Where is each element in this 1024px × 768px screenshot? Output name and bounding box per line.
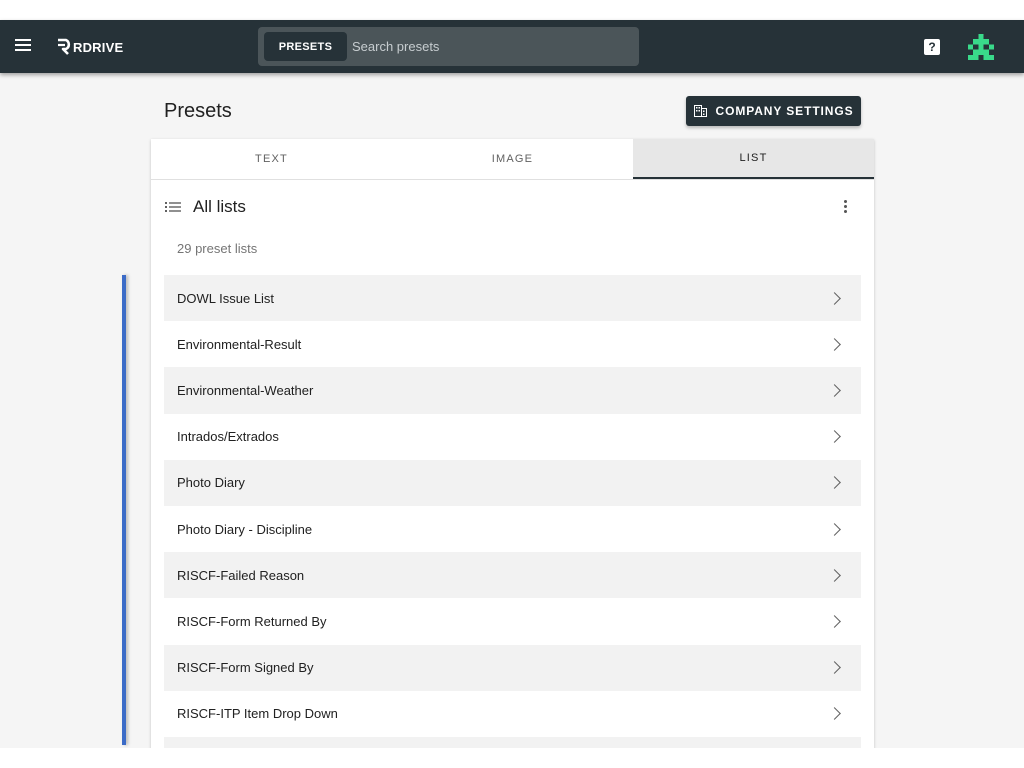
rdrive-logo-icon <box>58 38 71 55</box>
list-item-label: RISCF-Form Signed By <box>177 660 314 676</box>
list-item[interactable]: RISCF-Failed Reason <box>164 552 861 599</box>
bottom-blank-strip <box>0 748 1024 768</box>
chevron-right-icon <box>828 568 841 582</box>
preset-list-count: 29 preset lists <box>177 241 258 256</box>
tab-image[interactable]: IMAGE <box>392 139 633 179</box>
list-item[interactable]: Intrados/Extrados <box>164 414 861 460</box>
help-icon[interactable]: ? <box>924 39 940 55</box>
list-item[interactable]: RISCF-Form Signed By <box>164 644 861 691</box>
list-item-label: Environmental-Weather <box>177 382 314 398</box>
page-title: Presets <box>164 100 232 122</box>
list-item-label: Photo Diary - Discipline <box>177 521 313 537</box>
chevron-right-icon <box>828 430 841 444</box>
building-icon <box>693 105 707 117</box>
list-item-label: RISCF-Failed Reason <box>177 567 305 583</box>
more-options-icon[interactable] <box>841 199 849 215</box>
chevron-right-icon <box>828 476 841 490</box>
company-settings-label: COMPANY SETTINGS <box>715 104 854 118</box>
list-header: All lists <box>165 197 246 217</box>
chevron-right-icon <box>828 615 841 628</box>
list-item[interactable]: Environmental-Weather <box>164 367 861 414</box>
search-input[interactable] <box>352 32 632 61</box>
search-scope-chip[interactable]: PRESETS <box>264 32 347 61</box>
list-item[interactable]: Photo Diary <box>164 459 861 506</box>
chevron-right-icon <box>828 707 841 721</box>
avatar[interactable] <box>968 34 994 60</box>
chevron-right-icon <box>828 384 841 397</box>
preset-list: DOWL Issue List Environmental-Result Env… <box>164 275 861 748</box>
menu-icon[interactable] <box>12 36 34 58</box>
list-item-label: RISCF-Form Returned By <box>177 613 327 629</box>
brand-name: RDRIVE <box>73 39 124 55</box>
list-item-label: RISCF-ITP Item Drop Down <box>177 706 338 722</box>
company-settings-button[interactable]: COMPANY SETTINGS <box>686 96 861 126</box>
list-item[interactable]: RISCF-Form Returned By <box>164 598 861 644</box>
chevron-right-icon <box>828 522 841 536</box>
search-bar: PRESETS <box>258 27 639 66</box>
list-item-label: Environmental-Result <box>177 336 302 352</box>
list-item[interactable] <box>164 736 861 748</box>
brand-logo[interactable]: RDRIVE <box>56 36 123 58</box>
list-icon <box>165 202 181 212</box>
list-item[interactable]: RISCF-ITP Item Drop Down <box>164 691 861 737</box>
list-item[interactable]: Environmental-Result <box>164 321 861 367</box>
list-item[interactable]: DOWL Issue List <box>164 275 861 322</box>
main-content: Presets COMPANY SETTINGS TEXT IMAGE LIST… <box>0 73 1024 748</box>
app-bar: RDRIVE PRESETS ? <box>0 20 1024 73</box>
tab-text[interactable]: TEXT <box>151 139 392 179</box>
preset-tabs: TEXT IMAGE LIST <box>151 139 874 180</box>
chevron-right-icon <box>828 337 841 351</box>
list-item-label: DOWL Issue List <box>177 290 275 306</box>
list-item-label: Intrados/Extrados <box>177 429 279 445</box>
presets-card: TEXT IMAGE LIST All lists 29 preset list… <box>151 139 874 748</box>
tab-list[interactable]: LIST <box>633 139 874 179</box>
list-item-label: Photo Diary <box>177 475 245 491</box>
scroll-accent-bar <box>122 275 126 745</box>
top-blank-strip <box>0 0 1024 20</box>
list-title: All lists <box>193 197 246 216</box>
list-item[interactable]: Photo Diary - Discipline <box>164 506 861 552</box>
chevron-right-icon <box>828 661 841 674</box>
chevron-right-icon <box>828 291 841 305</box>
